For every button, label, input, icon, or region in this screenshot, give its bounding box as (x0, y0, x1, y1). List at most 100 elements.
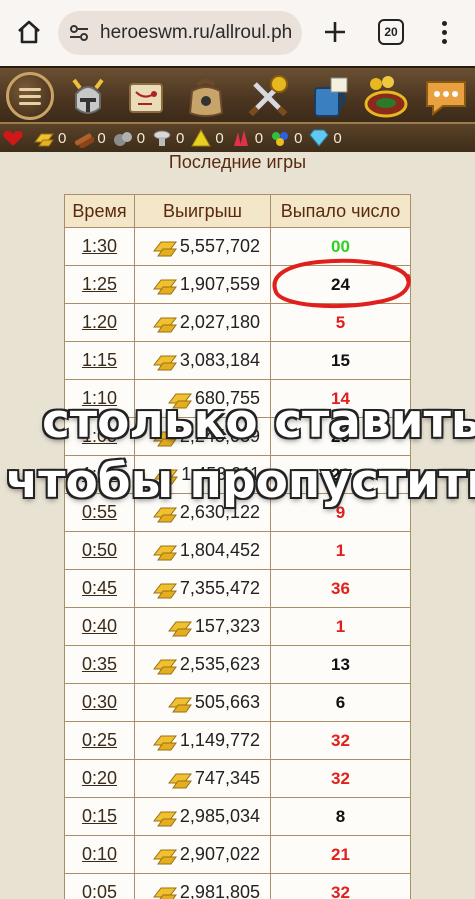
table-row: 0:25 1,149,772 32 (64, 721, 411, 760)
table-row: 0:35 2,535,623 13 (64, 645, 411, 684)
win-cell: 2,630,122 (134, 493, 271, 532)
url-text: heroeswm.ru/allroul.ph (100, 22, 293, 43)
game-time-link[interactable]: 0:05 (82, 882, 117, 899)
gold-icon (152, 279, 177, 295)
roulette-icon[interactable] (362, 73, 410, 121)
roulette-number: 1 (270, 531, 411, 570)
time-cell: 0:50 (64, 531, 135, 570)
gold-icon (154, 469, 179, 485)
gold-icon (152, 735, 177, 751)
win-cell: 5,557,702 (134, 227, 271, 266)
site-settings-icon[interactable] (68, 22, 90, 44)
win-amount: 5,557,702 (179, 235, 260, 256)
gold-icon (167, 393, 192, 409)
win-cell: 2,985,034 (134, 797, 271, 836)
roulette-number: 29 (270, 417, 411, 456)
time-cell: 0:15 (64, 797, 135, 836)
game-navigation (0, 66, 475, 124)
gold-icon (167, 773, 192, 789)
gold-icon (152, 659, 177, 675)
mercury-value: 0 (176, 129, 185, 147)
crossed-swords-trophy-icon[interactable] (244, 73, 292, 121)
new-tab-icon[interactable] (318, 15, 352, 49)
game-time-link[interactable]: 0:35 (82, 654, 117, 674)
bag-icon[interactable] (182, 73, 230, 121)
game-time-link[interactable]: 1:01 (82, 464, 117, 484)
win-cell: 2,907,022 (134, 835, 271, 874)
table-row: 1:10 680,755 14 (64, 379, 411, 418)
resource-sulfur: 0 (190, 124, 224, 152)
win-amount: 1,149,772 (179, 729, 260, 750)
win-amount: 2,630,122 (179, 501, 260, 522)
win-cell: 2,535,623 (134, 645, 271, 684)
gold-icon (152, 887, 177, 899)
tavern-mug-icon[interactable] (306, 73, 354, 121)
game-time-link[interactable]: 0:15 (82, 806, 117, 826)
resource-crystal: 0 (230, 124, 263, 152)
tab-switcher-button[interactable]: 20 (378, 19, 404, 45)
win-cell: 1,453,911 (134, 455, 271, 494)
game-time-link[interactable]: 1:20 (82, 312, 117, 332)
browser-menu-icon[interactable] (432, 15, 456, 49)
diamond-value: 0 (333, 129, 342, 147)
gold-icon (152, 849, 177, 865)
gems-value: 0 (294, 129, 303, 147)
game-time-link[interactable]: 0:50 (82, 540, 117, 560)
win-amount: 747,345 (194, 767, 260, 788)
home-icon[interactable] (12, 15, 46, 49)
time-cell: 0:25 (64, 721, 135, 760)
table-row: 0:15 2,985,034 8 (64, 797, 411, 836)
game-time-link[interactable]: 0:45 (82, 578, 117, 598)
time-cell: 1:30 (64, 227, 135, 266)
table-row: 0:45 7,355,472 36 (64, 569, 411, 608)
gold-icon (152, 545, 177, 561)
knight-helmet-icon[interactable] (64, 73, 112, 121)
time-cell: 0:40 (64, 607, 135, 646)
game-time-link[interactable]: 0:25 (82, 730, 117, 750)
win-amount: 2,981,805 (179, 881, 260, 899)
win-amount: 1,453,911 (181, 463, 260, 484)
wood-value: 0 (97, 129, 106, 147)
win-amount: 1,804,452 (179, 539, 260, 560)
game-time-link[interactable]: 1:05 (82, 426, 117, 446)
roulette-number: 5 (270, 303, 411, 342)
game-time-link[interactable]: 0:40 (82, 616, 117, 636)
table-row: 0:10 2,907,022 21 (64, 835, 411, 874)
game-time-link[interactable]: 0:55 (82, 502, 117, 522)
recent-games-table: Время Выигрыш Выпало число 1:30 5,557,702… (64, 194, 411, 899)
game-time-link[interactable]: 1:10 (82, 388, 117, 408)
win-cell: 2,027,180 (134, 303, 271, 342)
chat-icon[interactable] (422, 73, 470, 121)
win-amount: 2,535,623 (179, 653, 260, 674)
game-time-link[interactable]: 1:15 (82, 350, 117, 370)
header-win: Выигрыш (134, 194, 271, 228)
game-time-link[interactable]: 1:25 (82, 274, 117, 294)
win-amount: 2,245,039 (179, 425, 260, 446)
gems-icon (272, 132, 289, 146)
table-row: 1:15 3,083,184 15 (64, 341, 411, 380)
win-cell: 747,345 (134, 759, 271, 798)
mercury-icon (153, 130, 171, 146)
table-body: 1:30 5,557,702 00 1:25 1,907,559 24 1:20 2,027,… (64, 227, 411, 899)
roulette-number: 8 (270, 797, 411, 836)
gold-icon (152, 241, 177, 257)
win-cell: 3,083,184 (134, 341, 271, 380)
time-cell: 0:10 (64, 835, 135, 874)
game-time-link[interactable]: 0:30 (82, 692, 117, 712)
time-cell: 1:20 (64, 303, 135, 342)
section-title: Последние игры (168, 152, 307, 172)
table-row: 0:20 747,345 32 (64, 759, 411, 798)
gold-icon (152, 355, 177, 371)
gold-icon (167, 621, 192, 637)
game-time-link[interactable]: 0:20 (82, 768, 117, 788)
table-row: 0:40 157,323 1 (64, 607, 411, 646)
win-cell: 157,323 (134, 607, 271, 646)
game-time-link[interactable]: 1:30 (82, 236, 117, 256)
game-time-link[interactable]: 0:10 (82, 844, 117, 864)
main-menu-button[interactable] (6, 72, 54, 120)
gold-icon (152, 811, 177, 827)
map-scroll-icon[interactable] (122, 73, 170, 121)
browser-toolbar: heroeswm.ru/allroul.ph 20 (0, 0, 475, 66)
address-bar[interactable]: heroeswm.ru/allroul.ph (58, 11, 302, 55)
roulette-number: 32 (270, 759, 411, 798)
